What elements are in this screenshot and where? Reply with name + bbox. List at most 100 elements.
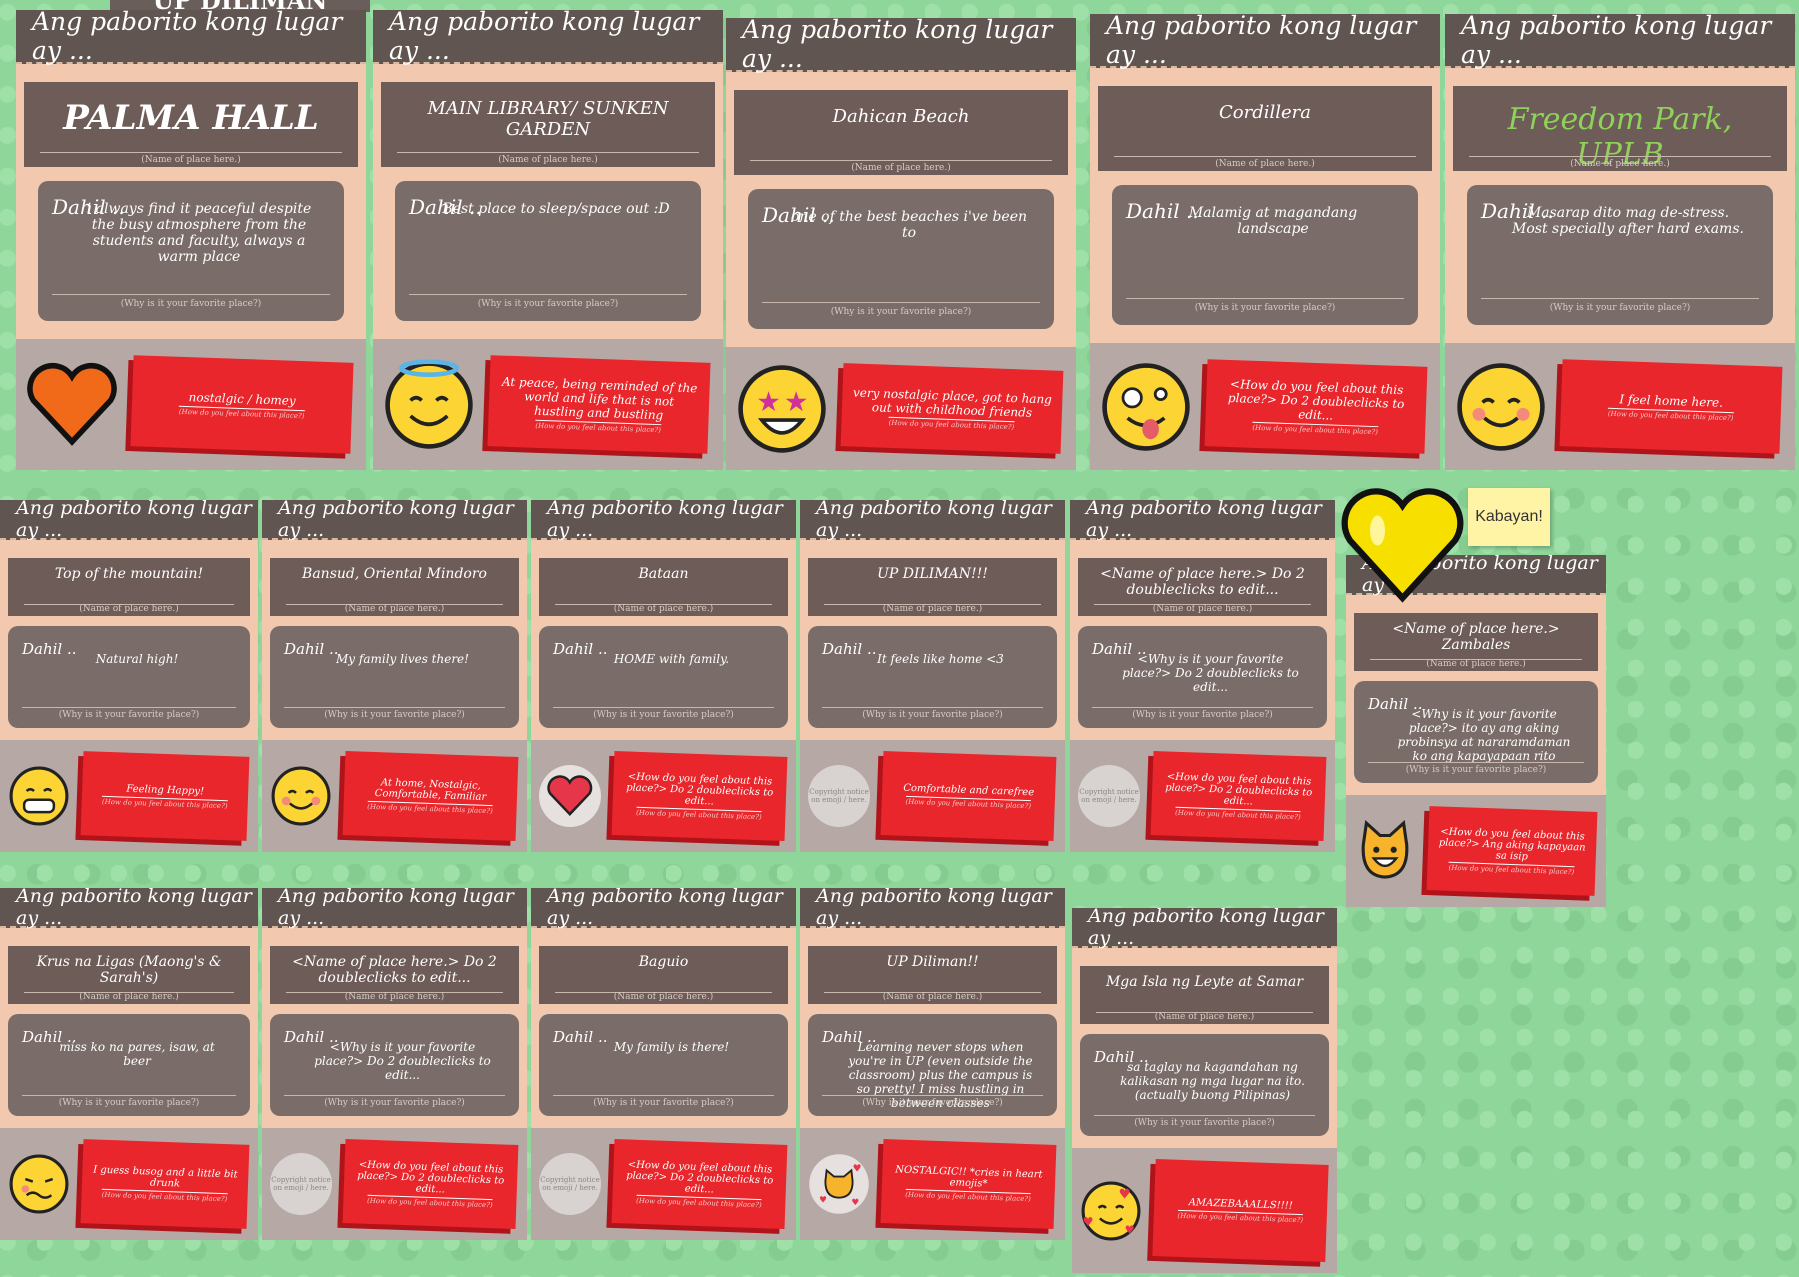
- post-card[interactable]: Ang paborito kong lugar ay ... <Name of …: [1346, 552, 1606, 907]
- post-card[interactable]: Ang paborito kong lugar ay ... <Name of …: [1070, 497, 1335, 852]
- svg-text:♥: ♥: [1118, 1186, 1130, 1202]
- place-name-box[interactable]: Top of the mountain! (Name of place here…: [8, 558, 250, 616]
- feeling-tag[interactable]: <How do you feel about this place?> Do 2…: [611, 751, 788, 841]
- reason-text: Masarap dito mag de-stress. Most special…: [1512, 205, 1744, 237]
- feeling-tag[interactable]: NOSTALGIC!! *cries in heart emojis* (How…: [880, 1139, 1057, 1229]
- place-name-box[interactable]: Cordillera (Name of place here.): [1098, 86, 1432, 171]
- feeling-tag[interactable]: <How do you feel about this place?> Do 2…: [1150, 751, 1327, 841]
- feeling-text: AMAZEBAAALLS!!!!: [1188, 1197, 1293, 1212]
- card-header: Ang paborito kong lugar ay ...: [373, 7, 723, 65]
- place-name-box[interactable]: PALMA HALL (Name of place here.): [24, 82, 358, 167]
- name-caption: (Name of place here.): [1154, 1012, 1255, 1022]
- reason-box[interactable]: Dahil .. My family lives there! (Why is …: [270, 626, 519, 728]
- place-name-box[interactable]: <Name of place here.> Do 2 doubleclicks …: [1078, 558, 1327, 616]
- post-card[interactable]: Ang paborito kong lugar ay ... Bataan (N…: [531, 497, 796, 852]
- reason-box[interactable]: Dahil .. HOME with family. (Why is it yo…: [539, 626, 788, 728]
- place-name-box[interactable]: Dahican Beach (Name of place here.): [734, 90, 1068, 175]
- feeling-tag[interactable]: <How do you feel about this place?> Do 2…: [611, 1139, 788, 1229]
- reason-box[interactable]: Dahil .. one of the best beaches i've be…: [748, 189, 1054, 329]
- feeling-section: Copyright notice on emoji / here. <How do…: [262, 1128, 527, 1240]
- post-card[interactable]: Ang paborito kong lugar ay ... UP DILIMA…: [800, 497, 1065, 852]
- name-caption: (Name of place here.): [1426, 659, 1526, 669]
- svg-text:★: ★: [784, 384, 809, 417]
- place-name-box[interactable]: Krus na Ligas (Maong's & Sarah's) (Name …: [8, 946, 250, 1004]
- place-name-box[interactable]: <Name of place here.> Zambales (Name of …: [1354, 613, 1598, 671]
- woozy-icon: [8, 1153, 70, 1215]
- name-caption: (Name of place here.): [1570, 159, 1670, 169]
- reason-box[interactable]: Dahil .. Masarap dito mag de-stress. Mos…: [1467, 185, 1773, 325]
- reason-box[interactable]: Dahil .. It feels like home <3 (Why is i…: [808, 626, 1057, 728]
- feel-caption: (How do you feel about this place?): [905, 795, 1032, 810]
- feel-caption: (How do you feel about this place?): [635, 1194, 762, 1209]
- place-name-box[interactable]: MAIN LIBRARY/ SUNKEN GARDEN (Name of pla…: [381, 82, 715, 167]
- feeling-tag[interactable]: I guess busog and a little bit drunk (Ho…: [80, 1139, 250, 1229]
- post-card[interactable]: Ang paborito kong lugar ay ... Top of th…: [0, 497, 258, 852]
- cat-face-icon: [1354, 820, 1416, 882]
- reason-text: sa taglay na kagandahan ng kalikasan ng …: [1120, 1060, 1305, 1102]
- reason-box[interactable]: Dahil .. <Why is it your favorite place?…: [1354, 681, 1598, 783]
- post-card[interactable]: Ang paborito kong lugar ay ... UP Dilima…: [800, 885, 1065, 1240]
- post-card[interactable]: Ang paborito kong lugar ay ... <Name of …: [262, 885, 527, 1240]
- post-card[interactable]: Ang paborito kong lugar ay ... MAIN LIBR…: [373, 7, 723, 470]
- reason-text: Natural high!: [95, 652, 179, 666]
- feel-caption: (How do you feel about this place?): [635, 806, 762, 821]
- card-header: Ang paborito kong lugar ay ...: [0, 497, 258, 541]
- reason-box[interactable]: Dahil .. sa taglay na kagandahan ng kali…: [1080, 1034, 1329, 1136]
- post-card[interactable]: Ang paborito kong lugar ay ... Cordiller…: [1090, 11, 1440, 470]
- feeling-tag[interactable]: <How do you feel about this place?> Do 2…: [342, 1139, 519, 1229]
- reason-text: i always find it peaceful despite the bu…: [86, 201, 312, 265]
- feeling-tag[interactable]: I feel home here. (How do you feel about…: [1559, 359, 1783, 454]
- place-name-box[interactable]: Mga Isla ng Leyte at Samar (Name of plac…: [1080, 966, 1329, 1024]
- place-name-box[interactable]: UP DILIMAN!!! (Name of place here.): [808, 558, 1057, 616]
- svg-text:♥: ♥: [1082, 1213, 1093, 1228]
- reason-box[interactable]: Dahil .. miss ko na pares, isaw, at beer…: [8, 1014, 250, 1116]
- reason-box[interactable]: Dahil .. i always find it peaceful despi…: [38, 181, 344, 321]
- place-name-box[interactable]: Freedom Park, UPLB (Name of place here.): [1453, 86, 1787, 172]
- feeling-text: I guess busog and a little bit drunk: [93, 1164, 238, 1190]
- star-eyes-icon: ★ ★: [736, 363, 828, 455]
- place-name-box[interactable]: <Name of place here.> Do 2 doubleclicks …: [270, 946, 519, 1004]
- feeling-tag[interactable]: AMAZEBAAALLS!!!! (How do you feel about …: [1152, 1159, 1329, 1262]
- post-card[interactable]: Ang paborito kong lugar ay ... Freedom P…: [1445, 11, 1795, 470]
- feeling-section: I guess busog and a little bit drunk (Ho…: [0, 1128, 258, 1240]
- post-card[interactable]: Ang paborito kong lugar ay ... Bansud, O…: [262, 497, 527, 852]
- feeling-tag[interactable]: very nostalgic place, got to hang out wi…: [840, 363, 1064, 454]
- place-name-box[interactable]: UP Diliman!! (Name of place here.): [808, 946, 1057, 1004]
- card-header: Ang paborito kong lugar ay ...: [726, 15, 1076, 73]
- feel-caption: (How do you feel about this place?): [905, 1188, 1032, 1204]
- place-name-box[interactable]: Bataan (Name of place here.): [539, 558, 788, 616]
- svg-text:♥: ♥: [853, 1164, 862, 1175]
- feeling-section: Copyright notice on emoji / here. <How do…: [531, 1128, 796, 1240]
- reason-box[interactable]: Dahil .. Natural high! (Why is it your f…: [8, 626, 250, 728]
- feeling-section: At peace, being reminded of the world an…: [373, 339, 723, 470]
- place-name-box[interactable]: Bansud, Oriental Mindoro (Name of place …: [270, 558, 519, 616]
- post-card[interactable]: Ang paborito kong lugar ay ... Baguio (N…: [531, 885, 796, 1240]
- place-name-box[interactable]: Baguio (Name of place here.): [539, 946, 788, 1004]
- feeling-tag[interactable]: <How do you feel about this place?> Ang …: [1426, 806, 1598, 896]
- post-card[interactable]: Ang paborito kong lugar ay ... Dahican B…: [726, 15, 1076, 470]
- name-caption: (Name of place here.): [498, 155, 598, 165]
- card-header: Ang paborito kong lugar ay ...: [531, 497, 796, 541]
- feeling-text: Feeling Happy!: [126, 783, 205, 797]
- post-card[interactable]: Ang paborito kong lugar ay ... Mga Isla …: [1072, 905, 1337, 1273]
- feeling-text: NOSTALGIC!! *cries in heart emojis*: [895, 1164, 1043, 1190]
- reason-box[interactable]: Dahil .. Malamig at magandang landscape …: [1112, 185, 1418, 325]
- feeling-tag[interactable]: <How do you feel about this place?> Do 2…: [1204, 359, 1428, 454]
- reason-box[interactable]: Dahil .. <Why is it your favorite place?…: [270, 1014, 519, 1116]
- feeling-text: <How do you feel about this place?> Do 2…: [625, 1158, 774, 1196]
- feeling-tag[interactable]: nostalgic / homey (How do you feel about…: [130, 355, 354, 454]
- feeling-tag[interactable]: Comfortable and carefree (How do you fee…: [880, 751, 1057, 841]
- post-card[interactable]: Ang paborito kong lugar ay ... Krus na L…: [0, 885, 258, 1240]
- sticky-note[interactable]: Kabayan!: [1468, 488, 1550, 546]
- reason-box[interactable]: Dahil .. My family is there! (Why is it …: [539, 1014, 788, 1116]
- feeling-tag[interactable]: At peace, being reminded of the world an…: [487, 355, 711, 454]
- card-header: Ang paborito kong lugar ay ...: [1072, 905, 1337, 949]
- reason-box[interactable]: Dahil .. <Why is it your favorite place?…: [1078, 626, 1327, 728]
- why-caption: (Why is it your favorite place?): [1134, 1118, 1275, 1128]
- feeling-tag[interactable]: Feeling Happy! (How do you feel about th…: [80, 751, 250, 841]
- reason-box[interactable]: Dahil .. Learning never stops when you'r…: [808, 1014, 1057, 1116]
- feeling-text: <How do you feel about this place?> Ang …: [1438, 825, 1586, 863]
- feeling-tag[interactable]: At home, Nostalgic, Comfortable, Familia…: [342, 751, 519, 841]
- reason-box[interactable]: Dahil .. Best place to sleep/space out :…: [395, 181, 701, 321]
- post-card[interactable]: Ang paborito kong lugar ay ... PALMA HAL…: [16, 7, 366, 470]
